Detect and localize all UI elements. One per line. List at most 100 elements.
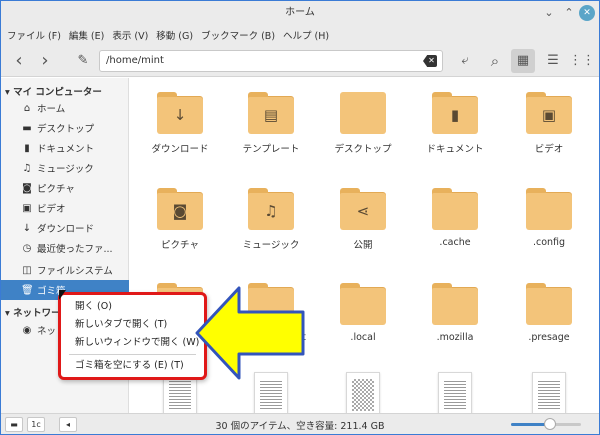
clear-location-icon[interactable]: ✕ — [423, 55, 437, 67]
location-bar[interactable]: /home/mint ✕ — [99, 50, 443, 72]
search-icon[interactable]: ⌕ — [483, 49, 507, 73]
zoom-slider[interactable] — [511, 418, 581, 430]
folder-icon: ▣ — [526, 92, 572, 134]
folder-item[interactable]: ▤ テンプレート — [226, 92, 316, 155]
menu-bookmarks[interactable]: ブックマーク (B) — [201, 28, 275, 42]
status-text: 30 個のアイテム、空き容量: 211.4 GB — [215, 421, 385, 432]
close-button[interactable]: ✕ — [579, 5, 595, 21]
folder-icon — [526, 283, 572, 325]
title-bar: ホーム ⌄ ⌃ ✕ — [1, 1, 599, 25]
file-label: ドキュメント — [426, 144, 484, 155]
folder-item[interactable]: .config — [504, 188, 594, 248]
folder-item[interactable]: ◙ ピクチャ — [135, 188, 225, 251]
folder-item[interactable]: ↓ ダウンロード — [135, 92, 225, 155]
download-icon: ↓ — [173, 106, 187, 124]
sidebar-item-music[interactable]: ♫ ミュージック — [1, 158, 129, 178]
drive-icon: ◫ — [22, 264, 32, 276]
zoom-slider-handle[interactable] — [543, 418, 556, 430]
folder-item[interactable]: .presage — [504, 283, 594, 343]
folder-item[interactable]: ⋖ 公開 — [318, 188, 408, 251]
share-icon: ⋖ — [356, 202, 370, 220]
location-path: /home/mint — [106, 55, 164, 66]
sidebar-item-home[interactable]: ⌂ ホーム — [1, 98, 129, 118]
sidebar-item-label: ビデオ — [37, 204, 66, 215]
mouse-cursor — [59, 290, 66, 300]
document-item[interactable] — [504, 372, 594, 413]
toolbar: ‹ › ✎ /home/mint ✕ ⤶ ⌕ ▦ ☰ ⋮⋮ — [1, 45, 599, 77]
file-label: .config — [532, 237, 566, 248]
folder-icon: ▤ — [248, 92, 294, 134]
sidebar-item-filesystem[interactable]: ◫ ファイルシステム — [1, 260, 129, 280]
context-menu-open-in-new-tab[interactable]: 新しいタブで開く (T) — [61, 316, 204, 334]
folder-icon — [526, 188, 572, 230]
folder-item[interactable]: ▮ ドキュメント — [410, 92, 500, 155]
camera-icon: ◙ — [22, 182, 32, 194]
sidebar-item-downloads[interactable]: ↓ ダウンロード — [1, 218, 129, 238]
file-label: 公開 — [353, 240, 373, 251]
desktop-folder-icon — [340, 92, 386, 134]
list-view-button[interactable]: ☰ — [541, 49, 565, 73]
document-item[interactable] — [410, 372, 500, 413]
template-icon: ▤ — [263, 106, 279, 124]
menu-go[interactable]: 移動 (G) — [156, 28, 193, 42]
menu-file[interactable]: ファイル (F) — [7, 28, 61, 42]
file-label: デスクトップ — [334, 144, 392, 155]
forward-button[interactable]: › — [33, 49, 57, 73]
maximize-button[interactable]: ⌃ — [561, 5, 577, 21]
sidebar-item-label: ダウンロード — [37, 224, 95, 235]
terminal-icon[interactable]: ⤶ — [453, 49, 477, 73]
folder-item[interactable]: ♫ ミュージック — [226, 188, 316, 251]
context-menu-open-in-new-window[interactable]: 新しいウィンドウで開く (W) — [61, 334, 204, 352]
sidebar-item-desktop[interactable]: ▬ デスクトップ — [1, 118, 129, 138]
callout-arrow — [195, 286, 305, 380]
folder-item[interactable]: .local — [318, 283, 408, 343]
sidebar-section-my-computer[interactable]: ▾ マイ コンピューター — [5, 84, 102, 98]
back-button[interactable]: ‹ — [7, 49, 31, 73]
music-icon: ♫ — [264, 202, 278, 220]
menu-help[interactable]: ヘルプ (H) — [283, 28, 329, 42]
clock-icon: ◷ — [22, 242, 32, 254]
folder-icon: ▮ — [432, 92, 478, 134]
file-label: ダウンロード — [151, 144, 209, 155]
file-label: .local — [350, 332, 376, 343]
status-bar: ▬ 1c ◂ 30 個のアイテム、空き容量: 211.4 GB — [1, 413, 599, 434]
film-icon: ▣ — [22, 202, 32, 214]
sidebar-item-pictures[interactable]: ◙ ピクチャ — [1, 178, 129, 198]
context-menu-empty-trash[interactable]: ゴミ箱を空にする (E) (T) — [61, 357, 204, 375]
folder-item[interactable]: デスクトップ — [318, 92, 408, 155]
file-label: .mozilla — [436, 332, 474, 343]
download-icon: ↓ — [22, 222, 32, 234]
sidebar-item-label: ミュージック — [37, 164, 94, 175]
sidebar-item-videos[interactable]: ▣ ビデオ — [1, 198, 129, 218]
menu-bar: ファイル (F) 編集 (E) 表示 (V) 移動 (G) ブックマーク (B)… — [1, 25, 599, 45]
folder-icon: ↓ — [157, 92, 203, 134]
folder-icon: ⋖ — [340, 188, 386, 230]
context-menu-open[interactable]: 開く (O) — [61, 298, 204, 316]
image-item[interactable] — [318, 372, 408, 413]
menu-view[interactable]: 表示 (V) — [112, 28, 148, 42]
film-icon: ▣ — [541, 106, 557, 124]
document-icon: ▮ — [450, 106, 460, 124]
icon-view-button[interactable]: ▦ — [511, 49, 535, 73]
sidebar-item-label: デスクトップ — [37, 124, 95, 135]
sidebar-item-recent[interactable]: ◷ 最近使ったファ... — [1, 238, 129, 258]
network-icon: ◉ — [22, 324, 32, 336]
sidebar-item-documents[interactable]: ▮ ドキュメント — [1, 138, 129, 158]
file-label: .cache — [439, 237, 471, 248]
window-title: ホーム — [285, 7, 315, 18]
folder-icon — [432, 188, 478, 230]
edit-path-icon[interactable]: ✎ — [71, 49, 95, 73]
folder-item[interactable]: ▣ ビデオ — [504, 92, 594, 155]
file-manager-window: ホーム ⌄ ⌃ ✕ ファイル (F) 編集 (E) 表示 (V) 移動 (G) … — [0, 0, 600, 435]
folder-item[interactable]: .mozilla — [410, 283, 500, 343]
menu-edit[interactable]: 編集 (E) — [69, 28, 104, 42]
image-thumbnail — [346, 372, 380, 413]
minimize-button[interactable]: ⌄ — [541, 5, 557, 21]
folder-item[interactable]: .cache — [410, 188, 500, 248]
compact-view-button[interactable]: ⋮⋮ — [569, 49, 595, 73]
desktop-icon: ▬ — [22, 122, 32, 134]
sidebar-item-label: ドキュメント — [37, 144, 95, 155]
document-icon: ▮ — [24, 142, 30, 154]
file-label: テンプレート — [242, 144, 300, 155]
folder-icon: ◙ — [157, 188, 203, 230]
